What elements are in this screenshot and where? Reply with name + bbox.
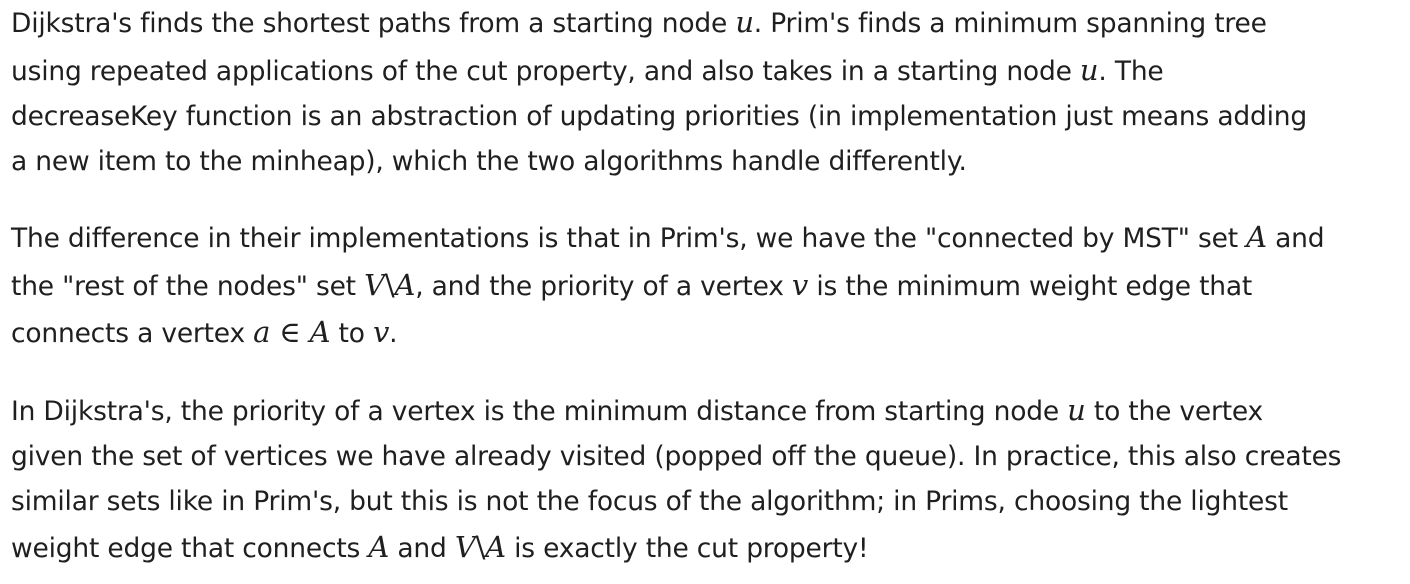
math-variable: A xyxy=(309,315,331,349)
math-variable: A xyxy=(394,268,416,302)
math-variable: A xyxy=(1246,220,1267,254)
text-run: weight edge that connects xyxy=(11,533,369,564)
text-run: similar sets like in Prim's, but this is… xyxy=(11,486,1288,517)
text-run: , and the priority of a vertex xyxy=(415,271,792,302)
text-run: to xyxy=(330,318,373,349)
text-line: connects a vertex a ∈ A to v. xyxy=(11,315,398,351)
math-variable: V xyxy=(454,530,476,564)
math-operator: \ xyxy=(475,530,486,564)
math-operator: \ xyxy=(384,268,395,302)
math-set-difference: V\A xyxy=(364,268,415,302)
text-run: . xyxy=(389,318,398,349)
text-run: a new item to the minheap), which the tw… xyxy=(11,146,967,177)
math-membership: a ∈ A xyxy=(253,315,330,349)
text-run: using repeated applications of the cut p… xyxy=(11,56,1080,87)
math-variable: u xyxy=(1067,393,1086,427)
text-run: and xyxy=(1266,223,1325,254)
math-operator: ∈ xyxy=(270,315,310,349)
text-run: Dijkstra's finds the shortest paths from… xyxy=(11,8,736,39)
math-variable: A xyxy=(368,530,390,564)
text-run: . Prim's finds a minimum spanning tree xyxy=(753,8,1267,39)
text-run: is the minimum weight edge that xyxy=(808,271,1253,302)
text-line: the "rest of the nodes" set V\A, and the… xyxy=(11,268,1252,304)
text-line: Dijkstra's finds the shortest paths from… xyxy=(11,5,1267,41)
text-line: In Dijkstra's, the priority of a vertex … xyxy=(11,393,1263,429)
text-run: In Dijkstra's, the priority of a vertex … xyxy=(11,396,1068,427)
text-line: given the set of vertices we have alread… xyxy=(11,440,1341,474)
text-line: similar sets like in Prim's, but this is… xyxy=(11,485,1288,519)
math-variable: v xyxy=(791,268,809,302)
math-variable: a xyxy=(253,315,271,349)
text-line: a new item to the minheap), which the tw… xyxy=(11,145,967,179)
text-run: connects a vertex xyxy=(11,318,254,349)
text-line: decreaseKey function is an abstraction o… xyxy=(11,100,1307,134)
math-variable: A xyxy=(485,530,506,564)
math-variable: v xyxy=(372,315,390,349)
text-run: The difference in their implementations … xyxy=(11,223,1247,254)
text-line: weight edge that connects A and V\A is e… xyxy=(11,530,869,566)
text-line: using repeated applications of the cut p… xyxy=(11,53,1164,89)
text-run: is exactly the cut property! xyxy=(505,533,869,564)
text-run: the "rest of the nodes" set xyxy=(11,271,365,302)
text-run: given the set of vertices we have alread… xyxy=(11,441,1342,472)
text-line: The difference in their implementations … xyxy=(11,220,1325,256)
text-run: . The xyxy=(1098,56,1164,87)
math-set-difference: V\A xyxy=(455,530,506,564)
math-variable: V xyxy=(364,268,385,302)
text-run: decreaseKey function is an abstraction o… xyxy=(11,101,1308,132)
text-run: and xyxy=(389,533,455,564)
math-variable: u xyxy=(1079,53,1099,87)
math-variable: u xyxy=(735,5,754,39)
text-run: to the vertex xyxy=(1085,396,1264,427)
